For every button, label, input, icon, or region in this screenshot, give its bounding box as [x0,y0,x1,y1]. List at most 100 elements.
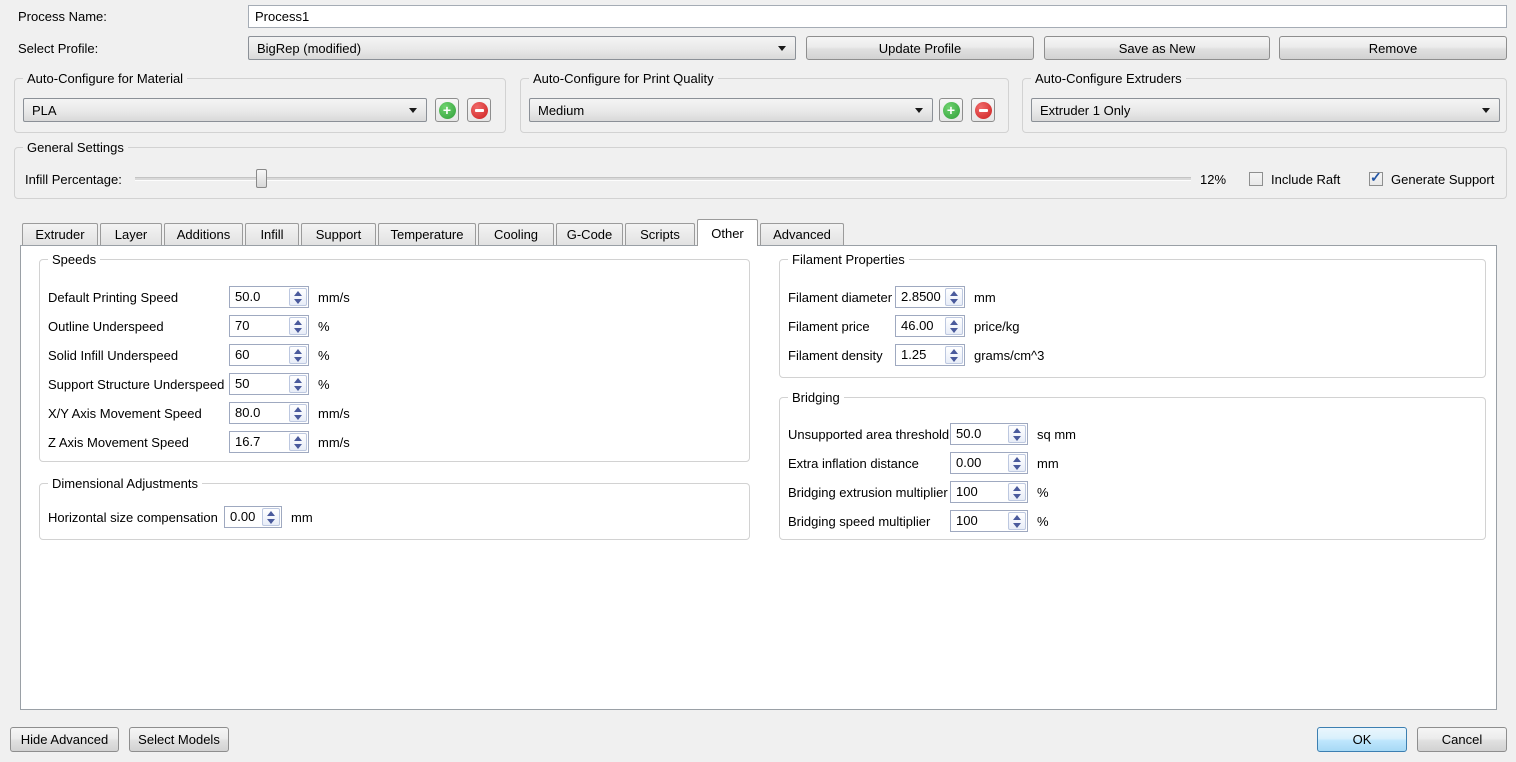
infill-slider[interactable] [135,169,1191,189]
spinner-buttons[interactable] [289,404,307,422]
bridging-speed-multiplier-spinbox[interactable]: 100 [950,510,1028,532]
spinner-buttons[interactable] [1008,454,1026,472]
remove-material-button[interactable] [467,98,491,122]
spin-down-icon[interactable] [294,386,302,391]
spinner-buttons[interactable] [289,288,307,306]
infill-slider-handle[interactable] [256,169,267,188]
spin-up-icon[interactable] [294,320,302,325]
add-material-button[interactable]: + [435,98,459,122]
unsupported-area-threshold-spinbox[interactable]: 50.0 [950,423,1028,445]
spin-up-icon[interactable] [950,291,958,296]
tab-support[interactable]: Support [301,223,376,245]
spin-value[interactable]: 46.00 [896,316,944,336]
spinner-buttons[interactable] [945,317,963,335]
spin-down-icon[interactable] [950,328,958,333]
spin-up-icon[interactable] [1013,457,1021,462]
extruders-select[interactable]: Extruder 1 Only [1031,98,1500,122]
ok-button[interactable]: OK [1317,727,1407,752]
xy-axis-movement-speed-spinbox[interactable]: 80.0 [229,402,309,424]
save-as-new-button[interactable]: Save as New [1044,36,1270,60]
filament-price-spinbox[interactable]: 46.00 [895,315,965,337]
spin-up-icon[interactable] [294,378,302,383]
spin-up-icon[interactable] [1013,486,1021,491]
spinner-buttons[interactable] [262,508,280,526]
spin-down-icon[interactable] [1013,494,1021,499]
spin-up-icon[interactable] [1013,428,1021,433]
spinner-buttons[interactable] [945,346,963,364]
tab-advanced[interactable]: Advanced [760,223,844,245]
tab-scripts[interactable]: Scripts [625,223,695,245]
spin-down-icon[interactable] [1013,465,1021,470]
tab-layer[interactable]: Layer [100,223,162,245]
spin-down-icon[interactable] [950,357,958,362]
spin-down-icon[interactable] [294,328,302,333]
tab-gcode[interactable]: G-Code [556,223,623,245]
spinner-buttons[interactable] [945,288,963,306]
tab-cooling[interactable]: Cooling [478,223,554,245]
spin-down-icon[interactable] [294,444,302,449]
tab-additions[interactable]: Additions [164,223,243,245]
remove-button[interactable]: Remove [1279,36,1507,60]
add-quality-button[interactable]: + [939,98,963,122]
spin-up-icon[interactable] [950,349,958,354]
spin-value[interactable]: 60 [230,345,288,365]
default-printing-speed-spinbox[interactable]: 50.0 [229,286,309,308]
filament-density-spinbox[interactable]: 1.25 [895,344,965,366]
spin-up-icon[interactable] [294,436,302,441]
infill-slider-track[interactable] [135,177,1191,181]
horizontal-size-compensation-spinbox[interactable]: 0.00 [224,506,282,528]
spin-value[interactable]: 0.00 [225,507,261,527]
generate-support-label[interactable]: Generate Support [1391,172,1494,187]
spin-up-icon[interactable] [294,291,302,296]
process-name-input[interactable]: Process1 [248,5,1507,28]
spin-value[interactable]: 100 [951,511,1007,531]
spin-value[interactable]: 50 [230,374,288,394]
spin-value[interactable]: 1.25 [896,345,944,365]
spin-up-icon[interactable] [294,349,302,354]
spin-value[interactable]: 80.0 [230,403,288,423]
outline-underspeed-spinbox[interactable]: 70 [229,315,309,337]
spin-down-icon[interactable] [950,299,958,304]
spin-up-icon[interactable] [950,320,958,325]
select-models-button[interactable]: Select Models [129,727,229,752]
spin-down-icon[interactable] [267,519,275,524]
extra-inflation-distance-spinbox[interactable]: 0.00 [950,452,1028,474]
tab-infill[interactable]: Infill [245,223,299,245]
spinner-buttons[interactable] [289,346,307,364]
tab-other[interactable]: Other [697,219,758,246]
spin-value[interactable]: 70 [230,316,288,336]
spin-value[interactable]: 50.0 [951,424,1007,444]
spin-up-icon[interactable] [1013,515,1021,520]
include-raft-label[interactable]: Include Raft [1271,172,1340,187]
spinner-buttons[interactable] [289,317,307,335]
generate-support-checkbox[interactable]: ✓ [1369,172,1383,186]
spin-value[interactable]: 2.8500 [896,287,944,307]
update-profile-button[interactable]: Update Profile [806,36,1034,60]
remove-quality-button[interactable] [971,98,995,122]
spin-up-icon[interactable] [267,511,275,516]
spin-value[interactable]: 100 [951,482,1007,502]
spin-down-icon[interactable] [294,415,302,420]
spin-down-icon[interactable] [1013,436,1021,441]
spin-down-icon[interactable] [294,299,302,304]
solid-infill-underspeed-spinbox[interactable]: 60 [229,344,309,366]
spin-down-icon[interactable] [1013,523,1021,528]
z-axis-movement-speed-spinbox[interactable]: 16.7 [229,431,309,453]
support-structure-underspeed-spinbox[interactable]: 50 [229,373,309,395]
spinner-buttons[interactable] [289,433,307,451]
spinner-buttons[interactable] [1008,483,1026,501]
tab-temperature[interactable]: Temperature [378,223,476,245]
profile-select[interactable]: BigRep (modified) [248,36,796,60]
print-quality-select[interactable]: Medium [529,98,933,122]
bridging-extrusion-multiplier-spinbox[interactable]: 100 [950,481,1028,503]
spin-value[interactable]: 50.0 [230,287,288,307]
spinner-buttons[interactable] [289,375,307,393]
hide-advanced-button[interactable]: Hide Advanced [10,727,119,752]
include-raft-checkbox[interactable]: ✓ [1249,172,1263,186]
tab-extruder[interactable]: Extruder [22,223,98,245]
spinner-buttons[interactable] [1008,512,1026,530]
spin-up-icon[interactable] [294,407,302,412]
spin-down-icon[interactable] [294,357,302,362]
spinner-buttons[interactable] [1008,425,1026,443]
spin-value[interactable]: 16.7 [230,432,288,452]
